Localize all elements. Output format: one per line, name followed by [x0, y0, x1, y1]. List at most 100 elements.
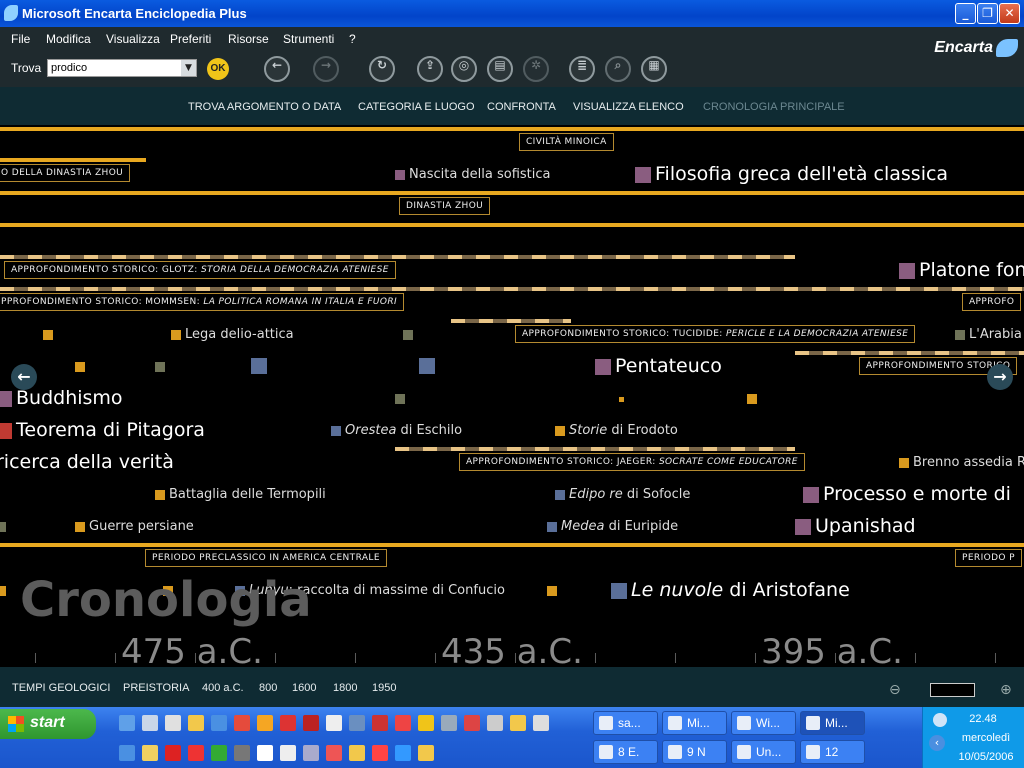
taskbar-task-active[interactable]: Mi... — [800, 711, 865, 735]
tag-mommsen[interactable]: PPROFONDIMENTO STORICO: MOMMSEN: LA POLI… — [0, 293, 405, 311]
event-marker[interactable] — [0, 586, 6, 596]
clock-time[interactable]: 22.48 — [953, 713, 1013, 725]
event-pentateuco[interactable]: Pentateuco — [595, 355, 722, 377]
event-medea[interactable]: Medea di Euripide — [547, 519, 678, 534]
notebook-icon[interactable]: ▤ — [487, 56, 513, 82]
quicklaunch-icon[interactable] — [119, 715, 135, 731]
tray-app-icon[interactable] — [933, 713, 947, 727]
menu-risorse[interactable]: Risorse — [228, 32, 269, 46]
nav-trova-argomento[interactable]: TROVA ARGOMENTO O DATA — [188, 101, 341, 113]
quicklaunch-icon[interactable] — [142, 745, 158, 761]
quicklaunch-icon[interactable] — [280, 745, 296, 761]
quicklaunch-icon[interactable] — [211, 715, 227, 731]
event-marker[interactable] — [619, 397, 624, 402]
zoom-in-icon[interactable]: ⊕ — [1000, 682, 1012, 698]
encarta-app-icon[interactable] — [4, 5, 18, 21]
event-edipo-re[interactable]: Edipo re di Sofocle — [555, 487, 690, 502]
quicklaunch-icon[interactable] — [326, 715, 342, 731]
event-marker[interactable] — [403, 330, 413, 340]
web-globe-icon[interactable]: ◎ — [451, 56, 477, 82]
quicklaunch-icon[interactable] — [418, 715, 434, 731]
menu-visualizza[interactable]: Visualizza — [106, 32, 160, 46]
forward-icon[interactable]: → — [313, 56, 339, 82]
event-marker[interactable] — [43, 330, 53, 340]
event-processo-socrate[interactable]: Processo e morte di — [803, 483, 1011, 505]
tag-dinastia-zhou-left[interactable]: O DELLA DINASTIA ZHOU — [0, 164, 131, 182]
quicklaunch-icon[interactable] — [234, 715, 250, 731]
taskbar-task[interactable]: Mi... — [662, 711, 727, 735]
event-teorema-pitagora[interactable]: Teorema di Pitagora — [0, 419, 205, 441]
event-orestea[interactable]: Orestea di Eschilo — [331, 423, 462, 438]
event-guerre-persiane[interactable]: Guerre persiane — [75, 519, 194, 534]
taskbar-group[interactable]: Un... — [731, 740, 796, 764]
event-buddhismo[interactable]: Buddhismo — [0, 387, 123, 409]
tag-dinastia-zhou[interactable]: DINASTIA ZHOU — [399, 197, 491, 215]
menu-strumenti[interactable]: Strumenti — [283, 32, 334, 46]
menu-modifica[interactable]: Modifica — [46, 32, 91, 46]
event-marker[interactable] — [547, 586, 557, 596]
event-upanishad[interactable]: Upanishad — [795, 515, 916, 537]
quicklaunch-icon[interactable] — [257, 715, 273, 731]
back-icon[interactable]: ← — [264, 56, 290, 82]
event-arabia[interactable]: L'Arabia — [955, 327, 1022, 342]
quicklaunch-icon[interactable] — [303, 745, 319, 761]
era-1600[interactable]: 1600 — [292, 682, 316, 694]
event-marker[interactable] — [395, 394, 405, 404]
search-dropdown-icon[interactable]: ▼ — [181, 60, 196, 76]
quicklaunch-icon[interactable] — [165, 745, 181, 761]
quicklaunch-icon[interactable] — [510, 715, 526, 731]
start-button[interactable]: start — [0, 709, 96, 739]
quicklaunch-icon[interactable] — [142, 715, 158, 731]
event-le-nuvole[interactable]: Le nuvole di Aristofane — [611, 579, 850, 601]
tag-jaeger[interactable]: APPROFONDIMENTO STORICO: JAEGER: SOCRATE… — [459, 453, 805, 471]
quicklaunch-icon[interactable] — [349, 745, 365, 761]
event-platone[interactable]: Platone fon — [899, 259, 1024, 281]
quicklaunch-icon[interactable] — [395, 745, 411, 761]
quicklaunch-icon[interactable] — [165, 715, 181, 731]
tray-expand-chevron-icon[interactable]: ‹ — [929, 735, 945, 751]
quicklaunch-icon[interactable] — [303, 715, 319, 731]
tag-civilta-minoica[interactable]: CIVILTÀ MINOICA — [519, 133, 614, 151]
quicklaunch-icon[interactable] — [418, 745, 434, 761]
event-lega-delio-attica[interactable]: Lega delio-attica — [171, 327, 294, 342]
copy-icon[interactable]: ▦ — [641, 56, 667, 82]
event-marker[interactable] — [251, 358, 267, 374]
search-input[interactable] — [47, 59, 197, 77]
era-preistoria[interactable]: PREISTORIA — [123, 682, 189, 694]
quicklaunch-icon[interactable] — [257, 745, 273, 761]
quicklaunch-icon[interactable] — [441, 715, 457, 731]
zoom-level-indicator[interactable] — [930, 683, 975, 697]
era-tempi-geologici[interactable]: TEMPI GEOLOGICI — [12, 682, 110, 694]
quicklaunch-icon[interactable] — [280, 715, 296, 731]
tag-tucidide[interactable]: APPROFONDIMENTO STORICO: TUCIDIDE: PERIC… — [515, 325, 916, 343]
nav-cronologia-principale[interactable]: CRONOLOGIA PRINCIPALE — [703, 101, 845, 113]
taskbar-group[interactable]: 9 N — [662, 740, 727, 764]
scroll-right-arrow-icon[interactable]: → — [987, 364, 1013, 390]
quicklaunch-icon[interactable] — [372, 745, 388, 761]
quicklaunch-icon[interactable] — [395, 715, 411, 731]
nav-confronta[interactable]: CONFRONTA — [487, 101, 556, 113]
export-icon[interactable]: ⇪ — [417, 56, 443, 82]
era-1950[interactable]: 1950 — [372, 682, 396, 694]
menu-preferiti[interactable]: Preferiti — [170, 32, 211, 46]
quicklaunch-icon[interactable] — [464, 715, 480, 731]
history-icon[interactable]: ↻ — [369, 56, 395, 82]
event-filosofia-greca[interactable]: Filosofia greca dell'età classica — [635, 163, 948, 185]
tag-approfo-right[interactable]: APPROFO — [962, 293, 1022, 311]
tag-periodo-right[interactable]: PERIODO P — [955, 549, 1023, 567]
taskbar-group[interactable]: 12 — [800, 740, 865, 764]
event-storie-erodoto[interactable]: Storie di Erodoto — [555, 423, 678, 438]
event-marker[interactable] — [747, 394, 757, 404]
era-1800[interactable]: 1800 — [333, 682, 357, 694]
close-button[interactable]: ✕ — [999, 3, 1020, 24]
zoom-out-icon[interactable]: ⊖ — [889, 682, 901, 698]
quicklaunch-icon[interactable] — [234, 745, 250, 761]
print-icon[interactable]: ≣ — [569, 56, 595, 82]
era-400-ac[interactable]: 400 a.C. — [202, 682, 244, 694]
event-marker[interactable] — [75, 362, 85, 372]
nav-categoria-luogo[interactable]: CATEGORIA E LUOGO — [358, 101, 475, 113]
quicklaunch-icon[interactable] — [349, 715, 365, 731]
minimize-button[interactable]: _ — [955, 3, 976, 24]
era-800[interactable]: 800 — [259, 682, 277, 694]
nav-visualizza-elenco[interactable]: VISUALIZZA ELENCO — [573, 101, 684, 113]
